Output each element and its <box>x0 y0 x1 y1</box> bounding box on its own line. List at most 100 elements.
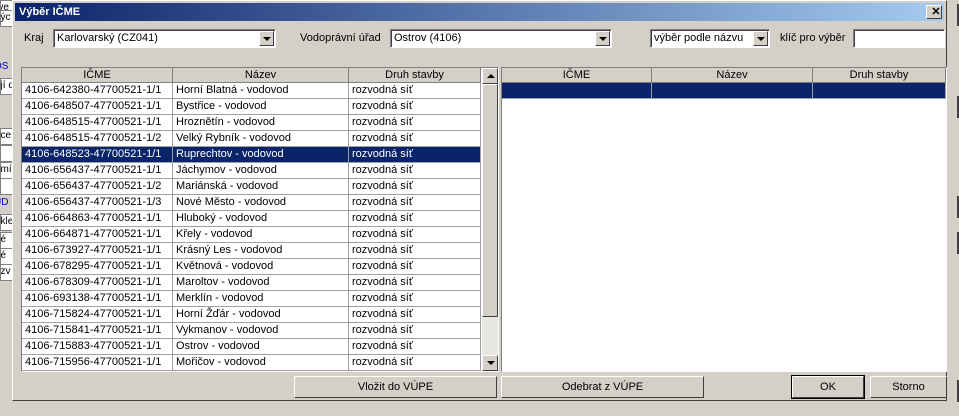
cell-druh <box>813 83 946 99</box>
key-input[interactable] <box>853 29 945 48</box>
cell-druh: rozvodná síť <box>349 195 481 211</box>
ok-button[interactable]: OK <box>791 375 865 399</box>
table-row[interactable]: 4106-673927-47700521-1/1 Krásný Les - vod… <box>22 243 481 259</box>
right-col-icme[interactable]: IČME <box>502 68 652 83</box>
table-row[interactable] <box>502 83 946 99</box>
cell-icme: 4106-648515-47700521-1/1 <box>22 115 173 131</box>
table-row[interactable]: 4106-693138-47700521-1/1 Merklín - vodovo… <box>22 291 481 307</box>
cell-druh: rozvodná síť <box>349 291 481 307</box>
background-window-right <box>947 0 959 416</box>
table-row[interactable]: 4106-678295-47700521-1/1 Květnová - vodov… <box>22 259 481 275</box>
cell-icme: 4106-656437-47700521-1/2 <box>22 179 173 195</box>
cell-druh: rozvodná síť <box>349 131 481 147</box>
cell-druh: rozvodná síť <box>349 307 481 323</box>
select-icme-dialog: Výběr IČME ✕ Kraj Karlovarský (CZ041) Vo… <box>12 0 947 401</box>
mode-select[interactable]: výběr podle názvu <box>650 29 770 48</box>
mode-dropdown-button[interactable] <box>753 31 768 46</box>
dialog-titlebar: Výběr IČME ✕ <box>15 3 944 21</box>
key-label: klíč pro výběr <box>780 32 846 44</box>
kraj-label: Kraj <box>24 32 44 44</box>
cell-nazev: Horní Blatná - vodovod <box>173 83 349 99</box>
kraj-dropdown-button[interactable] <box>259 31 274 46</box>
table-row[interactable]: 4106-656437-47700521-1/1 Jáchymov - vodov… <box>22 163 481 179</box>
table-row[interactable]: 4106-642380-47700521-1/1 Horní Blatná - v… <box>22 83 481 99</box>
cancel-button[interactable]: Storno <box>870 376 947 398</box>
table-row[interactable]: 4106-664863-47700521-1/1 Hluboký - vodovo… <box>22 211 481 227</box>
arrow-down-icon <box>487 361 495 365</box>
urad-label: Vodoprávní úřad <box>300 32 381 44</box>
cell-icme: 4106-648523-47700521-1/1 <box>22 147 173 163</box>
cell-icme: 4106-715841-47700521-1/1 <box>22 323 173 339</box>
table-row[interactable]: 4106-648507-47700521-1/1 Bystřice - vodov… <box>22 99 481 115</box>
table-row[interactable]: 4106-648523-47700521-1/1 Ruprechtov - vod… <box>22 147 481 163</box>
table-row[interactable]: 4106-656437-47700521-1/3 Nové Město - vod… <box>22 195 481 211</box>
urad-dropdown-button[interactable] <box>595 31 610 46</box>
close-button[interactable]: ✕ <box>926 5 942 19</box>
cell-nazev: Bystřice - vodovod <box>173 99 349 115</box>
table-row[interactable]: 4106-648515-47700521-1/2 Velký Rybník - v… <box>22 131 481 147</box>
cell-nazev: Jáchymov - vodovod <box>173 163 349 179</box>
cell-druh: rozvodná síť <box>349 355 481 371</box>
table-row[interactable]: 4106-715841-47700521-1/1 Vykmanov - vodov… <box>22 323 481 339</box>
cell-icme: 4106-693138-47700521-1/1 <box>22 291 173 307</box>
table-row[interactable]: 4106-715883-47700521-1/1 Ostrov - vodovod… <box>22 339 481 355</box>
chevron-down-icon <box>757 37 765 41</box>
left-col-druh[interactable]: Druh stavby <box>349 68 481 83</box>
cell-icme: 4106-715824-47700521-1/1 <box>22 307 173 323</box>
left-col-nazev[interactable]: Název <box>173 68 349 83</box>
cell-druh: rozvodná síť <box>349 99 481 115</box>
cell-druh: rozvodná síť <box>349 83 481 99</box>
right-col-druh[interactable]: Druh stavby <box>813 68 946 83</box>
cell-icme <box>502 83 652 99</box>
cell-icme: 4106-715883-47700521-1/1 <box>22 339 173 355</box>
table-row[interactable]: 4106-664871-47700521-1/1 Křely - vodovod r… <box>22 227 481 243</box>
table-row[interactable]: 4106-648515-47700521-1/1 Hroznětín - vodo… <box>22 115 481 131</box>
scroll-down-button[interactable] <box>482 355 498 371</box>
cell-druh: rozvodná síť <box>349 323 481 339</box>
cell-nazev: Ruprechtov - vodovod <box>173 147 349 163</box>
cell-icme: 4106-648507-47700521-1/1 <box>22 99 173 115</box>
urad-value: Ostrov (4106) <box>394 32 462 44</box>
cell-icme: 4106-664863-47700521-1/1 <box>22 211 173 227</box>
close-icon: ✕ <box>931 6 941 18</box>
cell-icme: 4106-678295-47700521-1/1 <box>22 259 173 275</box>
cell-icme: 4106-678309-47700521-1/1 <box>22 275 173 291</box>
table-row[interactable]: 4106-656437-47700521-1/2 Mariánská - vodo… <box>22 179 481 195</box>
scroll-thumb[interactable] <box>482 84 498 317</box>
cell-nazev: Hroznětín - vodovod <box>173 115 349 131</box>
scroll-up-button[interactable] <box>482 68 498 84</box>
insert-button[interactable]: Vložit do VÚPE <box>294 376 497 398</box>
cell-druh: rozvodná síť <box>349 275 481 291</box>
table-row[interactable]: 4106-678309-47700521-1/1 Maroltov - vodov… <box>22 275 481 291</box>
cell-icme: 4106-648515-47700521-1/2 <box>22 131 173 147</box>
right-table: IČME Název Druh stavby <box>501 67 947 372</box>
left-scrollbar[interactable] <box>482 68 498 371</box>
dialog-title: Výběr IČME <box>19 6 81 18</box>
cell-icme: 4106-656437-47700521-1/1 <box>22 163 173 179</box>
chevron-down-icon <box>599 37 607 41</box>
table-row[interactable]: 4106-715824-47700521-1/1 Horní Žďár - vod… <box>22 307 481 323</box>
table-row[interactable]: 4106-715956-47700521-1/1 Mořičov - vodovo… <box>22 355 481 371</box>
cell-nazev: Ostrov - vodovod <box>173 339 349 355</box>
left-col-icme[interactable]: IČME <box>22 68 173 83</box>
cell-nazev: Mariánská - vodovod <box>173 179 349 195</box>
cell-nazev: Krásný Les - vodovod <box>173 243 349 259</box>
cell-nazev: Maroltov - vodovod <box>173 275 349 291</box>
cell-icme: 4106-642380-47700521-1/1 <box>22 83 173 99</box>
cell-nazev: Mořičov - vodovod <box>173 355 349 371</box>
urad-select[interactable]: Ostrov (4106) <box>390 29 612 48</box>
kraj-value: Karlovarský (CZ041) <box>57 32 158 44</box>
remove-button[interactable]: Odebrat z VÚPE <box>501 376 704 398</box>
cell-nazev: Horní Žďár - vodovod <box>173 307 349 323</box>
cell-nazev: Křely - vodovod <box>173 227 349 243</box>
left-table: IČME Název Druh stavby 4106-642380-47700… <box>21 67 499 372</box>
mode-value: výběr podle názvu <box>654 32 744 44</box>
right-col-nazev[interactable]: Název <box>652 68 813 83</box>
chevron-down-icon <box>263 37 271 41</box>
cell-icme: 4106-664871-47700521-1/1 <box>22 227 173 243</box>
cell-druh: rozvodná síť <box>349 179 481 195</box>
cell-druh: rozvodná síť <box>349 147 481 163</box>
kraj-select[interactable]: Karlovarský (CZ041) <box>53 29 276 48</box>
cell-druh: rozvodná síť <box>349 259 481 275</box>
cell-druh: rozvodná síť <box>349 163 481 179</box>
